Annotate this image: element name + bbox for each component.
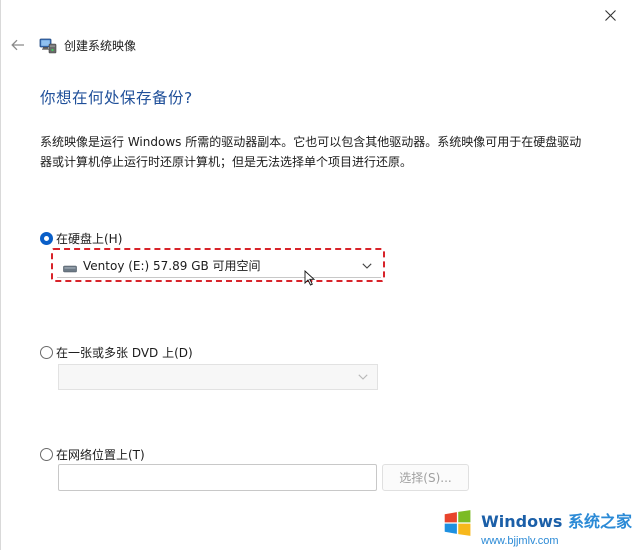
page-description: 系统映像是运行 Windows 所需的驱动器副本。它也可以包含其他驱动器。系统映… — [40, 135, 582, 169]
watermark-brand-cn: 系统之家 — [567, 512, 632, 531]
windows-logo-icon — [444, 510, 471, 536]
watermark: Windows 系统之家 www.bjjmlv.com — [442, 500, 632, 548]
dvd-radio[interactable] — [40, 346, 53, 359]
option-hard-disk[interactable]: 在硬盘上(H) — [40, 230, 122, 247]
system-image-backup-icon — [39, 36, 57, 54]
hard-disk-radio[interactable] — [40, 232, 53, 245]
network-radio[interactable] — [40, 448, 53, 461]
create-system-image-window: 创建系统映像 你想在何处保存备份? 系统映像是运行 Windows 所需的驱动器… — [0, 0, 632, 550]
back-button[interactable] — [9, 36, 27, 54]
back-arrow-icon — [11, 39, 24, 51]
dvd-label: 在一张或多张 DVD 上(D) — [56, 346, 193, 360]
hard-disk-label: 在硬盘上(H) — [56, 232, 123, 246]
network-path-input[interactable] — [58, 464, 377, 491]
mouse-cursor-icon — [304, 270, 316, 286]
browse-button: 选择(S)... — [382, 464, 469, 491]
chevron-down-icon — [357, 371, 369, 383]
dvd-drive-select — [58, 364, 378, 390]
window-title: 创建系统映像 — [64, 38, 137, 53]
highlight-annotation — [51, 248, 385, 282]
close-button[interactable] — [598, 4, 622, 26]
watermark-brand-en: Windows — [481, 512, 563, 531]
title-bar: 创建系统映像 — [9, 34, 136, 56]
option-network[interactable]: 在网络位置上(T) — [40, 446, 145, 463]
watermark-url: www.bjjmlv.com — [481, 535, 559, 547]
close-icon — [604, 9, 616, 21]
option-dvd[interactable]: 在一张或多张 DVD 上(D) — [40, 344, 193, 361]
page-heading: 你想在何处保存备份? — [40, 89, 193, 107]
network-label: 在网络位置上(T) — [56, 448, 145, 462]
